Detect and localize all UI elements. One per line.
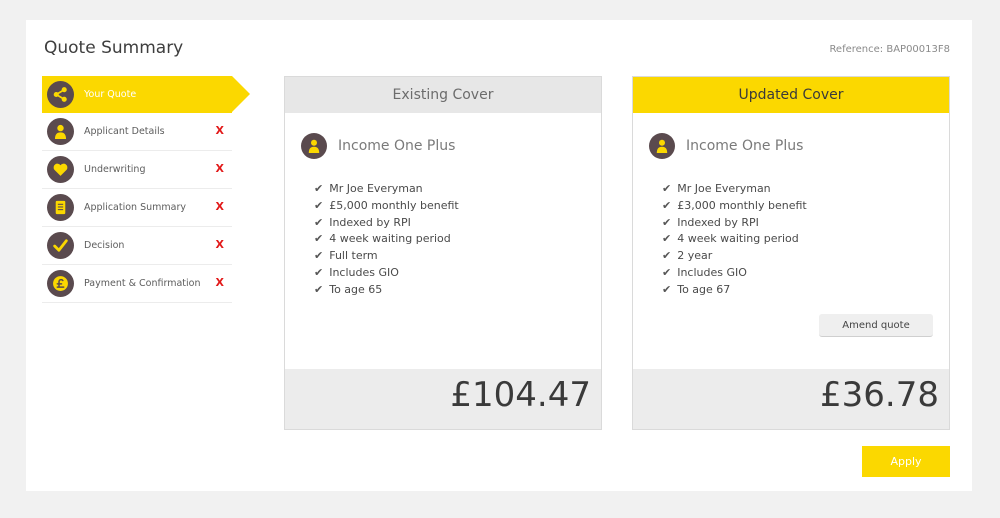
feature-item: ✔ To age 67 bbox=[662, 282, 731, 296]
step-label: Payment & Confirmation bbox=[84, 278, 201, 289]
step-label: Application Summary bbox=[84, 202, 187, 213]
apply-button[interactable]: Apply bbox=[862, 446, 950, 477]
incomplete-mark: X bbox=[215, 276, 224, 289]
checkmark-icon bbox=[47, 232, 74, 259]
step-label: Your Quote bbox=[84, 89, 137, 100]
feature-item: ✔ 4 week waiting period bbox=[314, 232, 451, 246]
incomplete-mark: X bbox=[215, 124, 224, 137]
feature-item: ✔ 4 week waiting period bbox=[662, 232, 799, 246]
person-icon bbox=[47, 118, 74, 145]
check-icon: ✔ bbox=[662, 249, 672, 263]
feature-item: ✔ To age 65 bbox=[314, 282, 383, 296]
feature-list: ✔ Mr Joe Everyman ✔ £3,000 monthly benefit… bbox=[662, 181, 807, 299]
reference-number: Reference: BAP00013F8 bbox=[829, 44, 950, 55]
updated-price: £36.78 bbox=[820, 375, 939, 415]
existing-cover-header: Existing Cover bbox=[285, 77, 601, 113]
feature-item: ✔ Includes GIO bbox=[662, 265, 747, 279]
check-icon: ✔ bbox=[314, 282, 324, 296]
feature-item: ✔ £3,000 monthly benefit bbox=[662, 198, 807, 212]
product-name: Income One Plus bbox=[686, 138, 804, 154]
heart-icon bbox=[47, 156, 74, 183]
step-underwriting[interactable]: Underwriting X bbox=[42, 151, 232, 189]
check-icon: ✔ bbox=[662, 182, 672, 195]
amend-quote-button[interactable]: Amend quote bbox=[819, 314, 933, 337]
feature-item: ✔ Mr Joe Everyman bbox=[662, 182, 771, 195]
check-icon: ✔ bbox=[314, 249, 324, 263]
step-label: Applicant Details bbox=[84, 126, 165, 137]
product-row: Income One Plus bbox=[649, 133, 803, 159]
pound-icon bbox=[47, 270, 74, 297]
product-row: Income One Plus bbox=[301, 133, 455, 159]
price-bar: £36.78 bbox=[633, 369, 949, 429]
feature-list: ✔ Mr Joe Everyman ✔ £5,000 monthly benefit… bbox=[314, 181, 459, 299]
share-icon bbox=[47, 81, 74, 108]
step-decision[interactable]: Decision X bbox=[42, 227, 232, 265]
check-icon: ✔ bbox=[662, 232, 672, 246]
check-icon: ✔ bbox=[314, 232, 324, 246]
document-icon bbox=[47, 194, 74, 221]
check-icon: ✔ bbox=[662, 265, 672, 279]
check-icon: ✔ bbox=[314, 182, 324, 195]
product-name: Income One Plus bbox=[338, 138, 456, 154]
feature-item: ✔ Mr Joe Everyman bbox=[314, 182, 423, 195]
step-payment-confirmation[interactable]: Payment & Confirmation X bbox=[42, 265, 232, 303]
check-icon: ✔ bbox=[314, 198, 324, 212]
feature-item: ✔ Indexed by RPI bbox=[662, 215, 759, 229]
updated-cover-card: Updated Cover Income One Plus ✔ Mr Joe Ev… bbox=[632, 76, 950, 430]
check-icon: ✔ bbox=[314, 265, 324, 279]
existing-cover-card: Existing Cover Income One Plus ✔ Mr Joe E… bbox=[284, 76, 602, 430]
person-icon bbox=[649, 133, 675, 159]
existing-price: £104.47 bbox=[450, 375, 591, 415]
quote-summary-panel: Quote Summary Reference: BAP00013F8 Your… bbox=[26, 20, 972, 491]
check-icon: ✔ bbox=[662, 215, 672, 229]
steps-sidebar: Your Quote Applicant Details X Underwrit… bbox=[42, 76, 250, 303]
feature-item: ✔ 2 year bbox=[662, 249, 713, 263]
step-applicant-details[interactable]: Applicant Details X bbox=[42, 113, 232, 151]
feature-item: ✔ £5,000 monthly benefit bbox=[314, 198, 459, 212]
feature-item: ✔ Indexed by RPI bbox=[314, 215, 411, 229]
person-icon bbox=[301, 133, 327, 159]
step-label: Decision bbox=[84, 240, 125, 251]
check-icon: ✔ bbox=[662, 282, 672, 296]
incomplete-mark: X bbox=[215, 162, 224, 175]
feature-item: ✔ Includes GIO bbox=[314, 265, 399, 279]
step-label: Underwriting bbox=[84, 164, 146, 175]
check-icon: ✔ bbox=[314, 215, 324, 229]
step-application-summary[interactable]: Application Summary X bbox=[42, 189, 232, 227]
check-icon: ✔ bbox=[662, 198, 672, 212]
incomplete-mark: X bbox=[215, 200, 224, 213]
updated-cover-header: Updated Cover bbox=[633, 77, 949, 113]
feature-item: ✔ Full term bbox=[314, 249, 378, 263]
page-title: Quote Summary bbox=[44, 38, 184, 58]
incomplete-mark: X bbox=[215, 238, 224, 251]
price-bar: £104.47 bbox=[285, 369, 601, 429]
step-your-quote[interactable]: Your Quote bbox=[42, 76, 250, 113]
